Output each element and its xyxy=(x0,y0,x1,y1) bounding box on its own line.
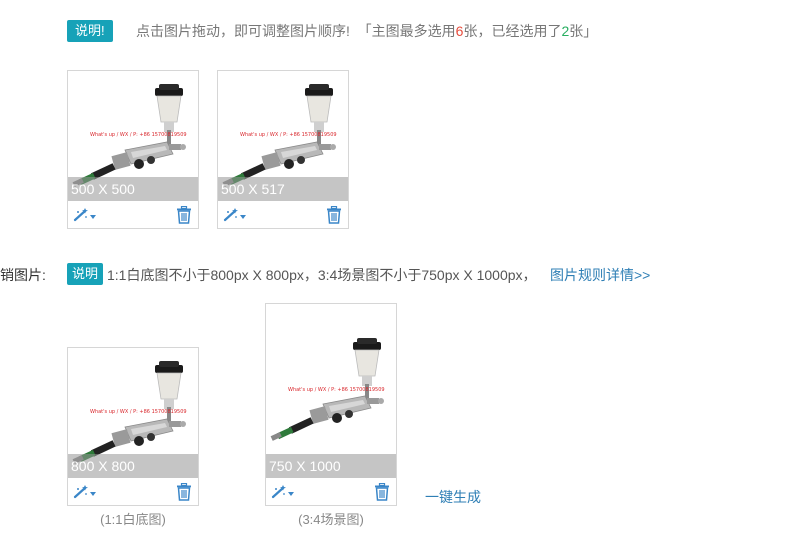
marketing-images-label: 销图片: xyxy=(0,267,46,283)
marketing-description: 1:1白底图不小于800px X 800px，3:4场景图不小于750px X … xyxy=(107,267,537,283)
magic-wand-icon[interactable] xyxy=(222,207,248,223)
notice-tip-prefix: 点击图片拖动，即可调整图片顺序! xyxy=(136,23,350,39)
notice-tip-mid: 张，已经选用了 xyxy=(463,23,562,39)
image-watermark: What's up / WX / P: +86 15700819509 xyxy=(288,387,385,393)
marketing-badge: 说明 xyxy=(67,263,104,285)
notice-tip-bracket-open: 「主图最多选用 xyxy=(357,23,456,39)
image-watermark: What's up / WX / P: +86 15700819509 xyxy=(240,132,337,138)
image-watermark: What's up / WX / P: +86 15700819509 xyxy=(90,409,187,415)
magic-wand-icon[interactable] xyxy=(72,484,98,500)
trash-icon[interactable] xyxy=(176,483,192,501)
rules-detail-link[interactable]: 图片规则详情>> xyxy=(550,265,650,285)
notice-tip-suffix: 张」 xyxy=(569,23,598,39)
trash-icon[interactable] xyxy=(326,206,342,224)
main-image-card[interactable]: What's up / WX / P: +86 15700819509 500 … xyxy=(217,70,349,229)
image-dimension: 500 X 517 xyxy=(218,177,348,201)
one-click-generate-link[interactable]: 一键生成 xyxy=(425,487,481,507)
image-toolbar xyxy=(68,202,198,228)
marketing-image-card-portrait[interactable]: What's up / WX / P: +86 15700819509 750 … xyxy=(265,303,397,506)
trash-icon[interactable] xyxy=(176,206,192,224)
magic-wand-icon[interactable] xyxy=(72,207,98,223)
magic-wand-icon[interactable] xyxy=(270,484,296,500)
image-dimension: 800 X 800 xyxy=(68,454,198,478)
image-caption: (3:4场景图) xyxy=(298,512,364,527)
image-toolbar xyxy=(266,479,396,505)
notice-badge: 说明! xyxy=(67,20,113,42)
main-image-card[interactable]: What's up / WX / P: +86 15700819509 500 … xyxy=(67,70,199,229)
image-toolbar xyxy=(68,479,198,505)
image-dimension: 500 X 500 xyxy=(68,177,198,201)
image-watermark: What's up / WX / P: +86 15700819509 xyxy=(90,132,187,138)
image-caption: (1:1白底图) xyxy=(100,512,166,527)
marketing-image-card-square[interactable]: What's up / WX / P: +86 15700819509 800 … xyxy=(67,347,199,506)
image-dimension: 750 X 1000 xyxy=(266,454,396,478)
image-toolbar xyxy=(218,202,348,228)
notice-tip: 点击图片拖动，即可调整图片顺序! 「主图最多选用6张，已经选用了2张」 xyxy=(136,20,597,42)
trash-icon[interactable] xyxy=(374,483,390,501)
